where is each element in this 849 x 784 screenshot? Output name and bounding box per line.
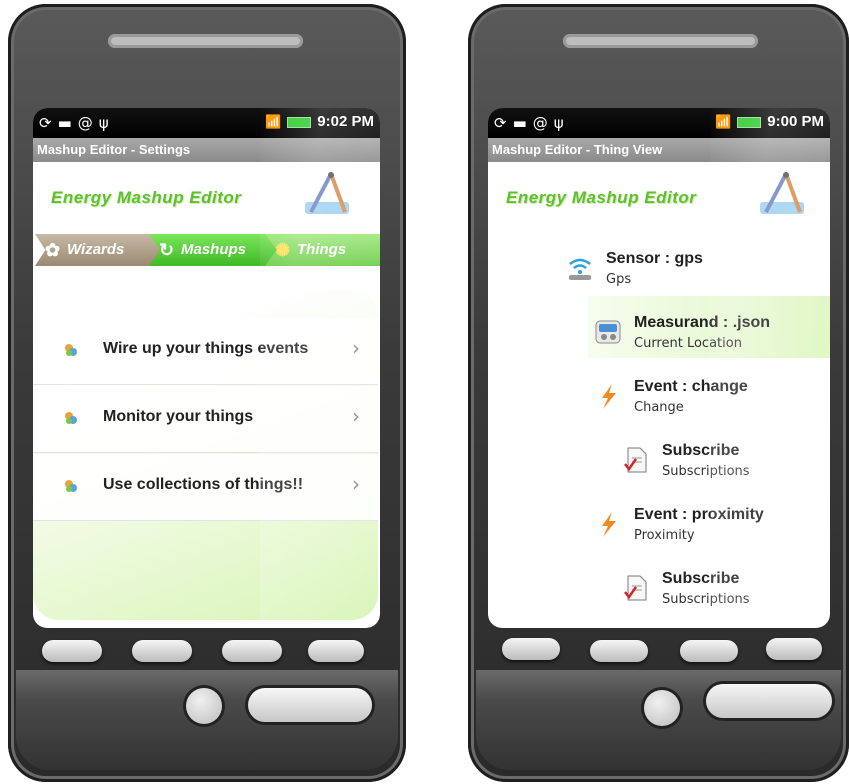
status-right: 📶 9:00 PM [715, 113, 824, 130]
row-subtitle: Current Location [634, 336, 742, 351]
row-title: Sensor : gps [606, 250, 703, 267]
status-icons: ⟳▬@ψ [494, 114, 570, 132]
row-title: Measurand : .json [634, 314, 771, 331]
tab-mashups[interactable]: ↻ Mashups [149, 234, 285, 266]
row-title: Event : proximity [634, 506, 764, 523]
wifi-icon: 📶 [715, 114, 732, 129]
hardware-search-key[interactable] [308, 640, 364, 662]
row-title: Event : change [634, 378, 748, 395]
tab-label: Wizards [67, 241, 125, 258]
hardware-home-key[interactable] [502, 638, 560, 660]
phone-left: ⟳▬@ψ 📶 9:02 PM Mashup Editor - Settings E… [8, 4, 406, 782]
meter-icon [595, 320, 621, 344]
menu-item-wire-up[interactable]: Wire up your things events › [33, 318, 378, 385]
tab-label: Mashups [181, 241, 247, 258]
chevron-right-icon: › [352, 404, 360, 428]
window-title: Mashup Editor - Thing View [488, 138, 830, 162]
row-subtitle: Change [634, 400, 684, 415]
menu-item-monitor[interactable]: Monitor your things › [33, 386, 378, 453]
trackball[interactable] [186, 688, 222, 724]
hardware-search-key[interactable] [766, 638, 822, 660]
tab-bar: ✿ Wizards ↻ Mashups ✺ Things [35, 234, 380, 268]
tab-things[interactable]: ✺ Things [265, 234, 380, 266]
screen-thing-view: ⟳▬@ψ 📶 9:00 PM Mashup Editor - Thing View… [488, 108, 830, 628]
document-check-icon [624, 575, 647, 601]
tree-row-measurand[interactable]: Measurand : .json Current Location [594, 314, 830, 358]
puzzle-icon [65, 344, 77, 356]
chevron-right-icon: › [352, 472, 360, 496]
row-subtitle: Gps [606, 272, 632, 287]
trackball[interactable] [644, 690, 680, 726]
row-title: Subscribe [662, 570, 740, 587]
bulb-icon: ✺ [275, 240, 291, 260]
hardware-back-key[interactable] [680, 640, 738, 662]
hardware-back-key[interactable] [222, 640, 282, 662]
status-time: 9:02 PM [317, 113, 374, 130]
hardware-menu-key[interactable] [590, 640, 648, 662]
screen-settings: ⟳▬@ψ 📶 9:02 PM Mashup Editor - Settings E… [33, 108, 380, 628]
wifi-icon: 📶 [265, 114, 282, 129]
puzzle-icon [65, 480, 77, 492]
call-button[interactable] [706, 684, 832, 718]
brand-title: Energy Mashup Editor [506, 188, 697, 207]
tree-row-event-proximity[interactable]: Event : proximity Proximity [594, 506, 830, 550]
brand-title: Energy Mashup Editor [51, 188, 242, 207]
tab-wizards[interactable]: ✿ Wizards [35, 234, 165, 266]
status-right: 📶 9:02 PM [265, 113, 374, 130]
row-subtitle: Subscriptions [662, 592, 750, 607]
tree-row-subscribe-1[interactable]: Subscribe Subscriptions [622, 442, 830, 486]
status-bar: ⟳▬@ψ 📶 9:02 PM [33, 108, 380, 138]
phone-right: ⟳▬@ψ 📶 9:00 PM Mashup Editor - Thing View… [468, 4, 849, 782]
tree-row-sensor[interactable]: Sensor : gps Gps [566, 250, 806, 294]
menu-label: Wire up your things events [103, 340, 309, 357]
wifi-sensor-icon [569, 258, 591, 280]
app-logo-icon [760, 172, 804, 214]
speaker-grille [563, 34, 758, 48]
call-button[interactable] [248, 688, 372, 722]
menu-label: Use collections of things!! [103, 476, 304, 493]
puzzle-icon [65, 412, 77, 424]
row-subtitle: Subscriptions [662, 464, 750, 479]
row-subtitle: Proximity [634, 528, 695, 543]
status-time: 9:00 PM [767, 113, 824, 130]
tab-label: Things [297, 241, 347, 258]
app-logo-icon [305, 172, 349, 214]
chevron-right-icon: › [352, 336, 360, 360]
status-icons: ⟳▬@ψ [39, 114, 115, 132]
window-title: Mashup Editor - Settings [33, 138, 380, 162]
document-check-icon [624, 447, 647, 473]
lightning-icon [602, 384, 616, 409]
battery-icon [737, 116, 762, 128]
menu-label: Monitor your things [103, 408, 254, 425]
status-bar: ⟳▬@ψ 📶 9:00 PM [488, 108, 830, 138]
battery-icon [287, 116, 312, 128]
speaker-grille [108, 34, 303, 48]
row-title: Subscribe [662, 442, 740, 459]
hardware-menu-key[interactable] [132, 640, 192, 662]
tree-row-subscribe-2[interactable]: Subscribe Subscriptions [622, 570, 830, 614]
tree-row-event-change[interactable]: Event : change Change [594, 378, 830, 422]
menu-item-collections[interactable]: Use collections of things!! › [33, 454, 378, 521]
refresh-icon: ↻ [159, 240, 175, 260]
hardware-home-key[interactable] [42, 640, 102, 662]
flower-icon: ✿ [45, 240, 61, 260]
lightning-icon [602, 512, 616, 537]
